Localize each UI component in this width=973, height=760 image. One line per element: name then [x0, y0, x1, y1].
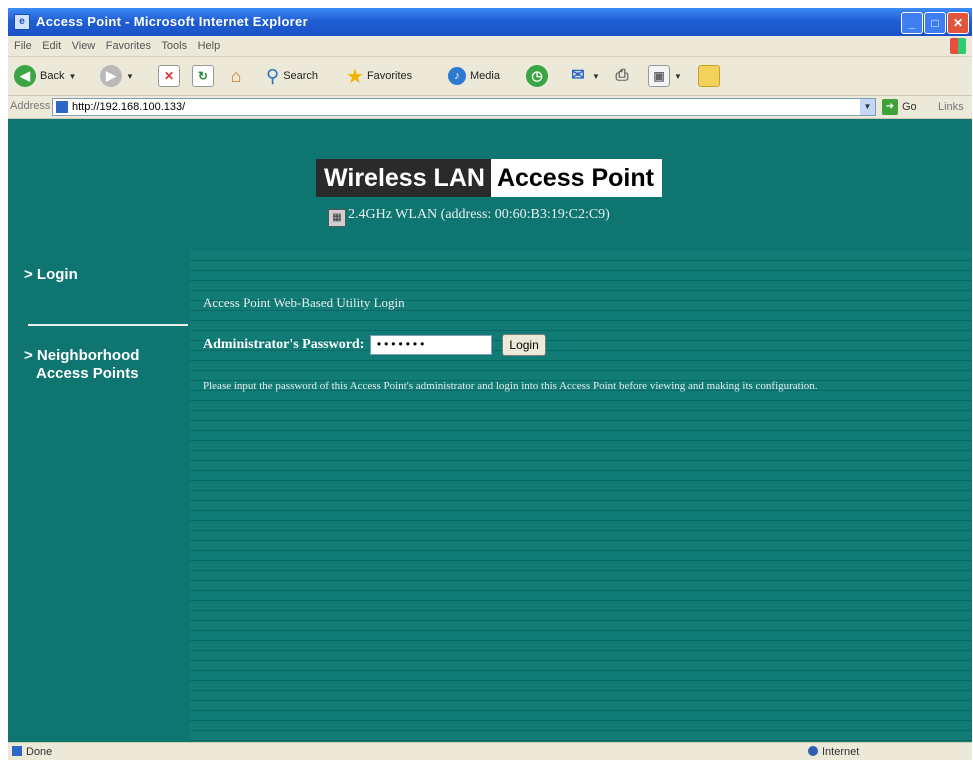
menu-view[interactable]: View — [72, 40, 96, 52]
stop-button[interactable]: ✕ — [158, 64, 180, 88]
print-button[interactable]: ⎙ — [612, 64, 632, 88]
chevron-down-icon: ▼ — [126, 71, 134, 81]
media-label: Media — [470, 70, 500, 82]
page-content: Wireless LAN Access Point ▦ 2.4GHz WLAN (… — [8, 119, 972, 742]
password-row: Administrator's Password: Login — [203, 334, 546, 356]
login-heading: Access Point Web-Based Utility Login — [203, 295, 405, 310]
menu-file[interactable]: File — [14, 40, 32, 52]
banner-title-ap: Access Point — [490, 159, 662, 197]
star-icon: ★ — [346, 65, 364, 88]
wlan-icon: ▦ — [328, 209, 346, 227]
address-url: http://192.168.100.133/ — [72, 101, 186, 113]
nav-login-link[interactable]: > Login — [24, 266, 78, 283]
windows-logo-icon — [950, 38, 966, 54]
browser-window: e Access Point - Microsoft Internet Expl… — [8, 8, 972, 760]
password-input[interactable] — [370, 335, 493, 355]
globe-icon — [808, 746, 818, 756]
password-label: Administrator's Password: — [203, 337, 365, 352]
folder-icon — [698, 65, 720, 87]
menu-tools[interactable]: Tools — [161, 40, 187, 52]
main-panel: Access Point Web-Based Utility Login Adm… — [190, 251, 972, 742]
media-icon: ♪ — [448, 67, 466, 85]
security-zone: Internet — [808, 746, 859, 758]
chevron-down-icon: ▼ — [592, 71, 600, 81]
chevron-down-icon[interactable]: ▼ — [860, 99, 875, 115]
nav-neighborhood-line1: > Neighborhood — [24, 347, 140, 364]
forward-arrow-icon: ▶ — [100, 65, 122, 87]
search-button[interactable]: ⚲ Search — [266, 64, 318, 88]
banner-title-wireless: Wireless LAN — [316, 159, 491, 197]
forward-button[interactable]: ▶ ▼ — [100, 64, 134, 88]
status-done: Done — [12, 746, 52, 758]
back-arrow-icon: ◀ — [14, 65, 36, 87]
edit-button[interactable]: ▣ ▼ — [648, 64, 682, 88]
nav-neighborhood-link[interactable]: > Neighborhood Access Points — [24, 347, 139, 383]
back-button[interactable]: ◀ Back ▼ — [14, 64, 76, 88]
page-icon — [56, 101, 68, 113]
menu-help[interactable]: Help — [198, 40, 221, 52]
ie-app-icon: e — [14, 14, 30, 30]
menu-edit[interactable]: Edit — [42, 40, 61, 52]
messenger-button[interactable] — [698, 64, 720, 88]
device-subtitle: ▦ 2.4GHz WLAN (address: 00:60:B3:19:C2:C9… — [328, 207, 610, 227]
links-button[interactable]: Links — [938, 101, 964, 113]
chevron-down-icon: ▼ — [674, 71, 682, 81]
home-button[interactable]: ⌂ — [226, 64, 246, 88]
stop-icon: ✕ — [158, 65, 180, 87]
toolbar: ◀ Back ▼ ▶ ▼ ✕ ↻ ⌂ ⚲ Search ★ Favorites … — [8, 57, 972, 96]
login-button[interactable]: Login — [502, 334, 546, 356]
go-arrow-icon[interactable]: ➜ — [882, 99, 898, 115]
status-bar: Done Internet — [8, 742, 972, 760]
zone-text: Internet — [822, 746, 860, 758]
favorites-button[interactable]: ★ Favorites — [346, 64, 412, 88]
subtitle-text: 2.4GHz WLAN (address: 00:60:B3:19:C2:C9) — [348, 207, 610, 222]
menu-favorites[interactable]: Favorites — [106, 40, 151, 52]
history-button[interactable]: ◷ — [526, 64, 548, 88]
nav-neighborhood-line2: Access Points — [36, 365, 139, 382]
menu-bar: File Edit View Favorites Tools Help — [8, 36, 972, 57]
window-title: Access Point - Microsoft Internet Explor… — [36, 14, 308, 29]
minimize-button[interactable]: _ — [901, 12, 923, 34]
edit-icon: ▣ — [648, 65, 670, 87]
page-icon — [12, 746, 22, 756]
address-label: Address — [10, 100, 51, 112]
favorites-label: Favorites — [366, 70, 413, 82]
media-button[interactable]: ♪ Media — [448, 64, 500, 88]
search-label: Search — [283, 70, 319, 82]
maximize-button[interactable]: □ — [924, 12, 946, 34]
status-text: Done — [26, 746, 53, 758]
go-button[interactable]: Go — [902, 101, 917, 113]
mail-button[interactable]: ✉ ▼ — [568, 64, 600, 88]
history-icon: ◷ — [526, 65, 548, 87]
refresh-button[interactable]: ↻ — [192, 64, 214, 88]
page-banner: Wireless LAN Access Point — [316, 159, 662, 197]
address-bar: Address http://192.168.100.133/ ▼ ➜ Go L… — [8, 96, 972, 119]
search-icon: ⚲ — [266, 65, 280, 86]
home-icon: ⌂ — [230, 66, 242, 86]
chevron-down-icon: ▼ — [68, 71, 77, 81]
title-bar: e Access Point - Microsoft Internet Expl… — [8, 8, 972, 36]
address-input[interactable]: http://192.168.100.133/ ▼ — [52, 98, 876, 116]
login-instructions: Please input the password of this Access… — [203, 380, 818, 392]
back-label: Back — [40, 70, 65, 82]
close-button[interactable]: ✕ — [947, 12, 969, 34]
nav-divider — [28, 324, 188, 326]
print-icon: ⎙ — [615, 67, 629, 84]
mail-icon: ✉ — [571, 67, 585, 84]
refresh-icon: ↻ — [192, 65, 214, 87]
